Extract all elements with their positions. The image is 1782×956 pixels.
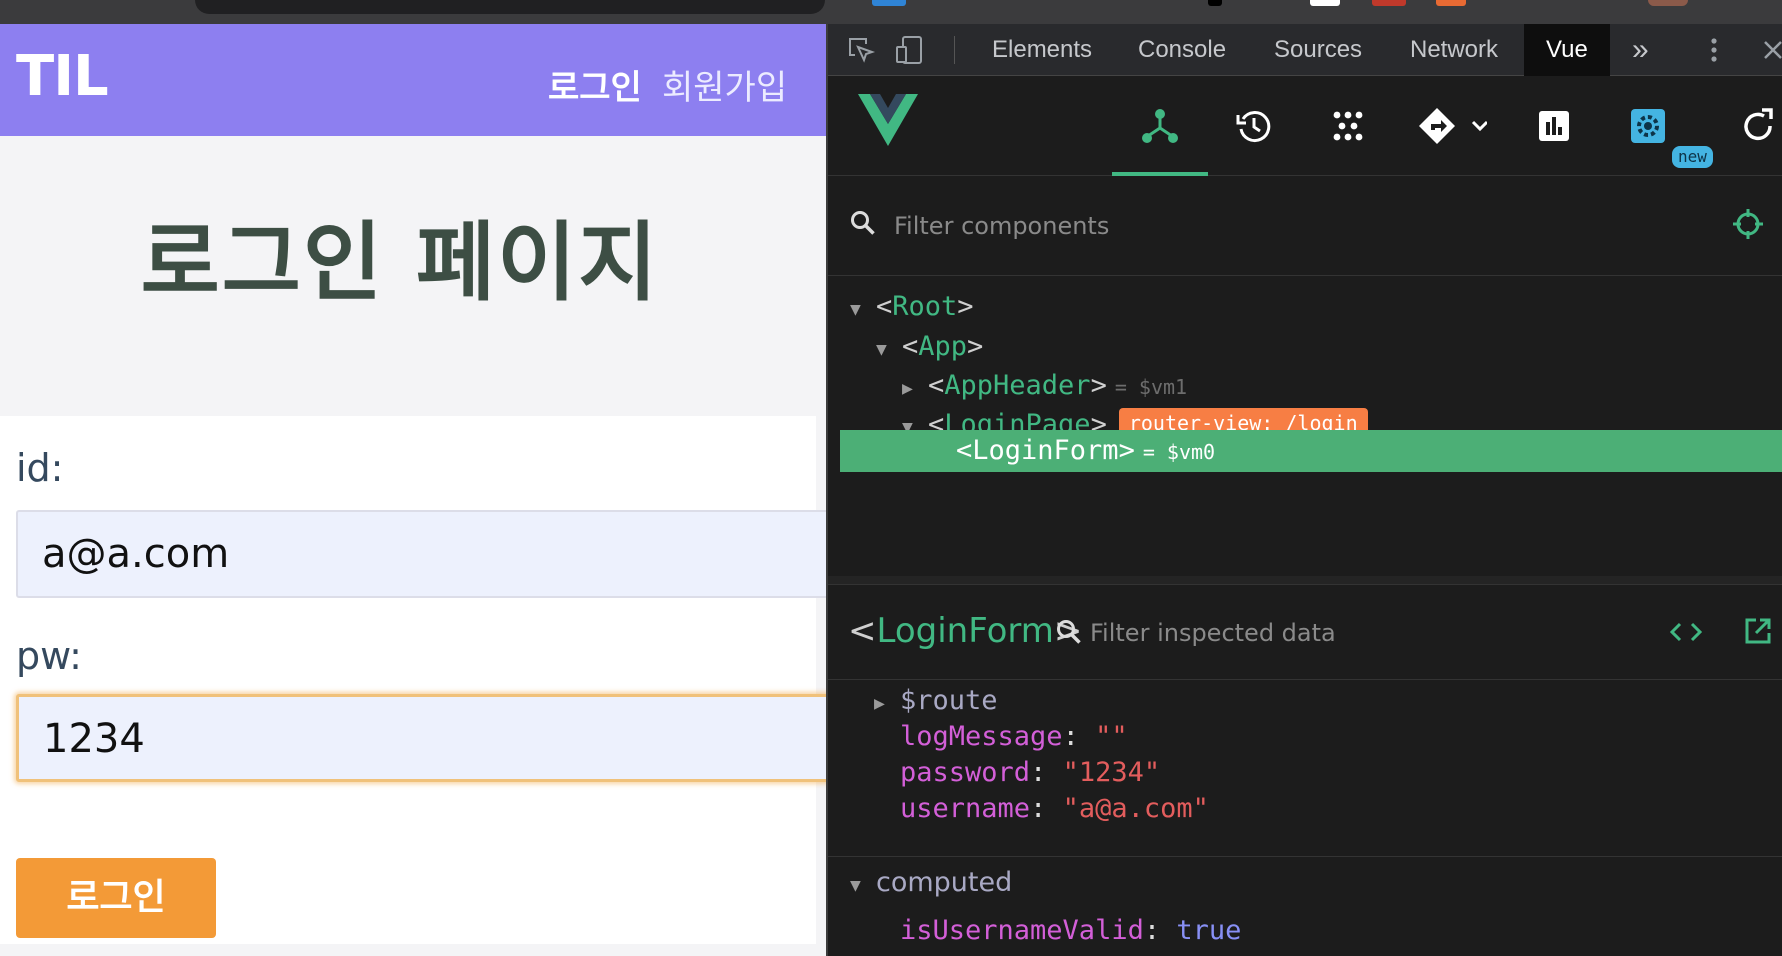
- data-row-password[interactable]: password: "1234": [900, 754, 1160, 792]
- performance-chart-icon[interactable]: [1524, 100, 1584, 152]
- collapsed-arrow-icon[interactable]: ▶: [874, 685, 900, 723]
- close-devtools-icon[interactable]: [1762, 35, 1782, 72]
- page-title: 로그인 페이지: [140, 213, 660, 313]
- device-toolbar-icon[interactable]: [894, 35, 924, 72]
- settings-gear-icon[interactable]: [1618, 100, 1678, 152]
- expanded-arrow-icon[interactable]: ▼: [850, 867, 876, 905]
- components-tree-icon[interactable]: [1130, 100, 1190, 152]
- inspect-element-icon[interactable]: [846, 35, 876, 72]
- profile-avatar[interactable]: [1648, 0, 1688, 6]
- browser-tab-strip: [0, 0, 1782, 24]
- section-divider: [828, 856, 1782, 857]
- vue-logo-icon: [858, 92, 918, 152]
- kebab-menu-icon[interactable]: [1708, 35, 1720, 72]
- tabbar-divider: [954, 36, 955, 64]
- computed-section-toggle[interactable]: ▼ computed: [850, 864, 1012, 902]
- filter-components-input[interactable]: Filter components: [894, 212, 1109, 240]
- tree-node-appheader[interactable]: ▶ <AppHeader> = $vm1: [828, 365, 1782, 407]
- inspected-data-panel: ▶ $route logMessage: "" password: "1234" …: [828, 680, 1782, 956]
- login-form: id: a@a.com pw: 1234 로그인: [0, 416, 826, 944]
- extension-icon[interactable]: [1208, 0, 1222, 6]
- extension-icon[interactable]: [1310, 0, 1340, 6]
- refresh-icon[interactable]: [1728, 100, 1782, 152]
- extension-icon[interactable]: [1372, 0, 1406, 6]
- expanded-arrow-icon[interactable]: ▼: [850, 289, 876, 331]
- vue-devtools-toolbar: new: [828, 76, 1782, 176]
- tree-node-app[interactable]: ▼ <App>: [828, 326, 1782, 368]
- app-header: TIL 로그인 회원가입: [0, 24, 826, 136]
- timeline-history-icon[interactable]: [1224, 100, 1284, 152]
- component-filter-bar: Filter components: [828, 176, 1782, 276]
- inspected-component-name: <LoginForm>: [848, 611, 1083, 651]
- tab-console[interactable]: Console: [1136, 24, 1228, 76]
- data-row-username[interactable]: username: "a@a.com": [900, 790, 1209, 828]
- app-viewport: TIL 로그인 회원가입 로그인 페이지 id: a@a.com pw: 123…: [0, 24, 826, 956]
- code-brackets-icon[interactable]: [1669, 619, 1703, 649]
- tab-network[interactable]: Network: [1408, 24, 1500, 76]
- data-row-isusernamevalid[interactable]: isUsernameValid: true: [900, 912, 1241, 950]
- data-row-logmessage[interactable]: logMessage: "": [900, 718, 1128, 756]
- extension-icon[interactable]: [1436, 0, 1466, 6]
- pw-input[interactable]: 1234: [16, 694, 826, 782]
- id-label: id:: [16, 446, 64, 490]
- app-logo[interactable]: TIL: [16, 44, 109, 109]
- filter-inspected-data-input[interactable]: Filter inspected data: [1090, 619, 1336, 647]
- more-tabs-chevron-icon[interactable]: »: [1630, 24, 1651, 76]
- data-row-route[interactable]: ▶ $route: [874, 682, 998, 720]
- tab-elements[interactable]: Elements: [990, 24, 1094, 76]
- extension-icon[interactable]: [872, 0, 906, 6]
- tree-node-loginform-selected[interactable]: <LoginForm> = $vm0: [840, 430, 1782, 472]
- nav-signup-link[interactable]: 회원가입: [662, 60, 787, 109]
- open-in-editor-icon[interactable]: [1744, 617, 1772, 649]
- login-submit-button[interactable]: 로그인: [16, 858, 216, 938]
- tab-sources[interactable]: Sources: [1272, 24, 1364, 76]
- select-component-target-icon[interactable]: [1732, 208, 1764, 244]
- new-badge: new: [1672, 146, 1713, 168]
- nav-login-link[interactable]: 로그인: [548, 60, 642, 109]
- pw-label: pw:: [16, 634, 82, 678]
- router-directions-icon[interactable]: [1412, 100, 1492, 152]
- vuex-dots-icon[interactable]: [1318, 100, 1378, 152]
- tab-vue[interactable]: Vue: [1524, 24, 1610, 76]
- devtools-panel: Elements Console Sources Network Vue » n…: [826, 24, 1782, 956]
- inspector-header: <LoginForm> Filter inspected data: [828, 584, 1782, 680]
- search-icon: [850, 210, 876, 240]
- id-input[interactable]: a@a.com: [16, 510, 826, 598]
- search-icon: [1056, 619, 1082, 649]
- tree-node-root[interactable]: ▼ <Root>: [828, 286, 1782, 328]
- address-bar[interactable]: [195, 0, 825, 14]
- component-tree: ▼ <Root> ▼ <App> ▶ <AppHeader> = $vm1 ▼ <Logi…: [828, 276, 1782, 576]
- devtools-tabbar: Elements Console Sources Network Vue »: [828, 24, 1782, 76]
